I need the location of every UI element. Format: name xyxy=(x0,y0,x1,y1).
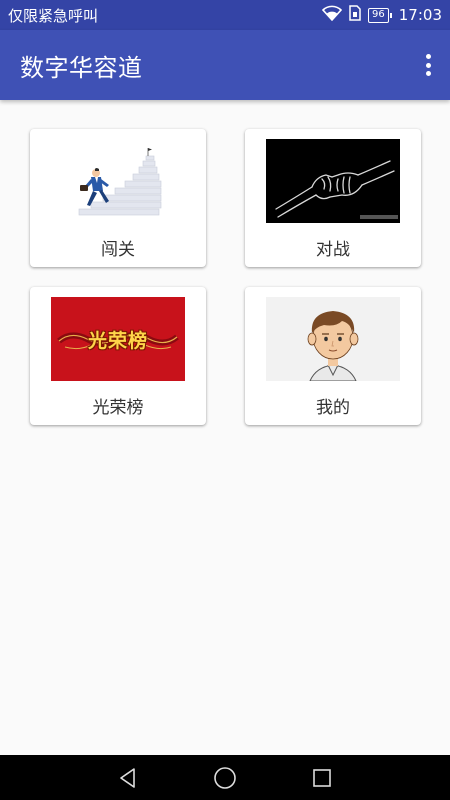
app-bar: 数字华容道 xyxy=(0,30,450,100)
card-label: 对战 xyxy=(316,240,350,260)
honor-banner-image: 光荣榜 xyxy=(51,297,185,381)
level-mode-card[interactable]: 闯关 xyxy=(30,129,206,267)
clock: 17:03 xyxy=(398,6,442,24)
fist-bump-image xyxy=(266,139,400,223)
status-bar: 仅限紧急呼叫 96 17:03 xyxy=(0,0,450,30)
back-icon[interactable] xyxy=(113,763,143,793)
carrier-text: 仅限紧急呼叫 xyxy=(8,6,99,25)
status-icons: 96 17:03 xyxy=(321,5,442,25)
honor-board-card[interactable]: 光荣榜 光荣榜 xyxy=(30,287,206,425)
app-title: 数字华容道 xyxy=(20,53,143,82)
cartoon-avatar-image xyxy=(266,297,400,381)
banner-text: 光荣榜 xyxy=(87,329,148,352)
my-profile-card[interactable]: 我的 xyxy=(245,287,421,425)
sim-icon xyxy=(348,5,362,25)
stairs-businessman-image xyxy=(51,139,185,223)
recents-icon[interactable] xyxy=(307,763,337,793)
overflow-menu-icon[interactable] xyxy=(420,51,436,79)
card-label: 我的 xyxy=(316,398,350,418)
wifi-icon xyxy=(321,5,343,25)
home-icon[interactable] xyxy=(210,763,240,793)
menu-grid: 闯关 对战 光荣榜 光荣榜 我的 xyxy=(30,129,421,425)
card-label: 闯关 xyxy=(101,240,135,260)
battle-mode-card[interactable]: 对战 xyxy=(245,129,421,267)
system-nav-bar xyxy=(0,755,450,800)
battery-icon: 96 xyxy=(368,7,392,23)
card-label: 光荣榜 xyxy=(92,398,144,418)
